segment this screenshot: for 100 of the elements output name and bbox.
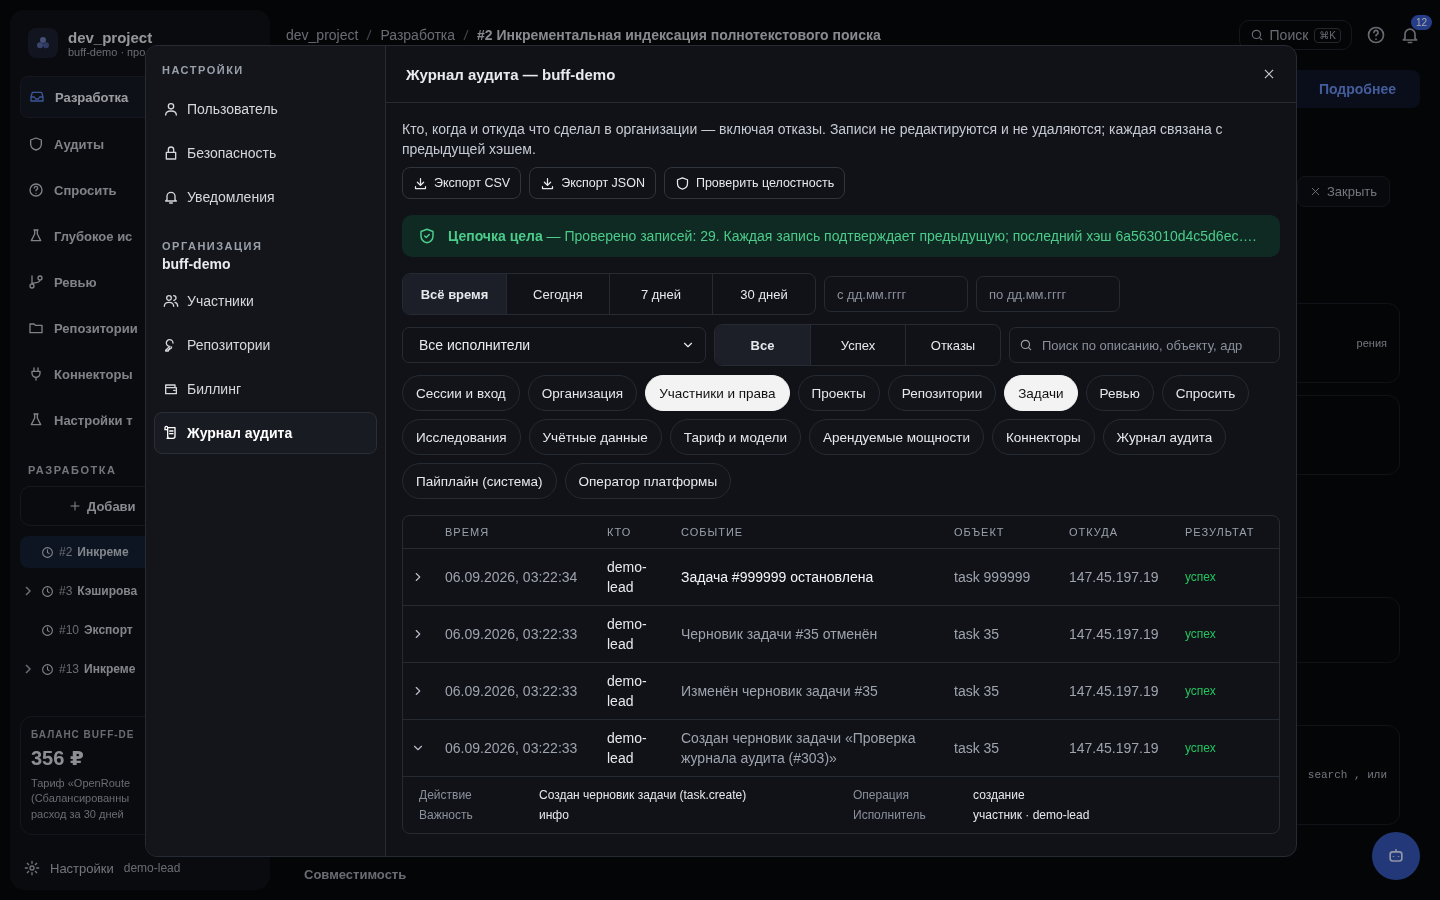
shield-icon — [28, 136, 44, 152]
bell-icon[interactable] — [1400, 25, 1420, 45]
table-cell-text: task 35 — [954, 625, 1001, 644]
table-cell-text: 147.45.197.19 — [1069, 625, 1160, 644]
column-header: ОТКУДА — [1069, 526, 1120, 538]
result-tab[interactable]: Успех — [810, 325, 905, 365]
category-chip[interactable]: Задачи — [1004, 375, 1078, 411]
search-icon — [1019, 338, 1033, 352]
category-chip[interactable]: Арендуемые мощности — [808, 419, 984, 455]
category-chip[interactable]: Репозитории — [887, 375, 997, 411]
table-cell-text: 147.45.197.19 — [1069, 739, 1160, 758]
detail-label: Важность — [419, 807, 474, 823]
breadcrumb[interactable]: Разработка — [380, 27, 455, 43]
balance-label: БАЛАНС BUFF-DE — [31, 729, 136, 740]
user-icon — [163, 101, 179, 117]
inbox-icon — [29, 89, 45, 105]
table-cell-text: 06.09.2026, 03:22:34 — [445, 568, 579, 587]
category-chip[interactable]: Спросить — [1161, 375, 1250, 411]
nav-item[interactable]: Уведомления — [154, 176, 377, 218]
organization-name: buff-demo — [161, 256, 232, 274]
nav-item[interactable]: Участники — [154, 280, 377, 322]
shield-icon — [418, 227, 436, 245]
help-icon — [28, 182, 44, 198]
detail-label: Исполнитель — [853, 807, 927, 823]
logo-icon — [28, 28, 58, 58]
task-item[interactable]: #10 Экспорт — [20, 614, 260, 646]
category-chip[interactable]: Участники и права — [645, 375, 790, 411]
balance-note: (Сбалансированны — [31, 791, 131, 807]
nav-item[interactable]: Репозитории — [154, 324, 377, 366]
settings-link[interactable]: Настройки — [50, 860, 114, 876]
nav-item[interactable]: Биллинг — [154, 368, 377, 410]
column-header: ВРЕМЯ — [445, 526, 491, 538]
slash-icon — [463, 29, 469, 41]
flask-icon — [28, 228, 44, 244]
branch-icon — [28, 274, 44, 290]
table-cell-text: 06.09.2026, 03:22:33 — [445, 682, 579, 701]
card-text: рения — [1356, 337, 1387, 349]
table-cell-text: task 999999 — [954, 568, 1032, 587]
task-item[interactable]: #13 Инкреме — [20, 653, 260, 685]
nav-item[interactable]: Безопасность — [154, 132, 377, 174]
close-icon[interactable] — [1262, 67, 1276, 81]
user-name: demo-lead — [123, 861, 181, 875]
bell-icon — [163, 189, 179, 205]
action-button[interactable]: Проверить целостность — [663, 167, 846, 199]
table-cell-text: Изменён черновик задачи #35 — [681, 682, 879, 701]
table-cell-text: demo-lead — [607, 615, 648, 654]
category-chip[interactable]: Проекты — [797, 375, 880, 411]
plus-icon — [69, 500, 81, 512]
date-field[interactable]: с дд.мм.гггг — [824, 276, 968, 312]
period-tab[interactable]: Всё время — [403, 274, 506, 314]
action-button[interactable]: Экспорт CSV — [402, 167, 522, 199]
wallet-icon — [163, 381, 179, 397]
task-item[interactable]: #3 Кэширова — [20, 575, 260, 607]
table-cell-text: 06.09.2026, 03:22:33 — [445, 739, 579, 758]
help-icon[interactable] — [1366, 25, 1386, 45]
category-chip[interactable]: Коннекторы — [992, 419, 1095, 455]
download-icon — [413, 175, 428, 191]
section-label: РАЗРАБОТКА — [27, 463, 118, 478]
category-chip[interactable]: Сессии и вход — [402, 375, 520, 411]
category-chip[interactable]: Ревью — [1085, 375, 1154, 411]
chat-button[interactable] — [1372, 832, 1420, 880]
folder-icon — [28, 320, 44, 336]
category-chip[interactable]: Пайплайн (система) — [402, 463, 557, 499]
table-cell-text: demo-lead — [607, 558, 648, 597]
detail-value: участник · demo-lead — [973, 807, 1091, 823]
close-button[interactable]: Закрыть — [1296, 176, 1390, 207]
breadcrumb: #2 Инкрементальная индексация полнотекстового поиска — [477, 27, 881, 43]
chevron-icon — [24, 586, 32, 596]
integrity-message: Цепочка цела — Проверено записей: 29. Каждая запись подтверждает предыдущую; последний хэш 6a563010d4c5d6ec…. — [448, 227, 1257, 246]
settings-icon — [24, 860, 40, 876]
action-button[interactable]: Экспорт JSON — [529, 167, 656, 199]
result-tab[interactable]: Все — [715, 325, 810, 365]
breadcrumb[interactable]: dev_project — [286, 27, 359, 43]
category-chip[interactable]: Тариф и модели — [669, 419, 801, 455]
section-heading: ОРГАНИЗАЦИЯ — [161, 239, 264, 254]
download-icon — [540, 175, 556, 191]
result-tab[interactable]: Отказы — [905, 325, 1000, 365]
nav-item[interactable]: Журнал аудита — [154, 412, 377, 454]
category-chip[interactable]: Исследования — [402, 419, 521, 455]
actor-dropdown[interactable]: Все исполнители — [402, 327, 706, 363]
clock-icon — [41, 545, 54, 559]
status-text: успех — [1185, 740, 1217, 757]
balance-amount: 356 ₽ — [31, 746, 85, 770]
detail-label: Действие — [419, 787, 473, 803]
period-tab[interactable]: 30 дней — [712, 274, 815, 314]
category-chip[interactable]: Оператор платформы — [564, 463, 732, 499]
section-heading: НАСТРОЙКИ — [161, 64, 245, 78]
category-chip[interactable]: Учётные данные — [528, 419, 662, 455]
category-chip[interactable]: Организация — [527, 375, 638, 411]
period-tab[interactable]: Сегодня — [506, 274, 609, 314]
search-field[interactable]: Поиск по описанию, объекту, адр — [1009, 327, 1280, 363]
balance-note: Тариф «OpenRoute — [31, 776, 132, 791]
category-chip[interactable]: Журнал аудита — [1102, 419, 1227, 455]
table-cell-text: Задача #999999 остановлена — [681, 568, 875, 587]
detail-label: Операция — [853, 787, 910, 803]
table-cell-text: 147.45.197.19 — [1069, 568, 1160, 587]
table-cell-text: task 35 — [954, 682, 1001, 701]
date-field[interactable]: по дд.мм.гггг — [976, 276, 1120, 312]
scroll-icon — [163, 425, 179, 441]
period-tab[interactable]: 7 дней — [609, 274, 712, 314]
